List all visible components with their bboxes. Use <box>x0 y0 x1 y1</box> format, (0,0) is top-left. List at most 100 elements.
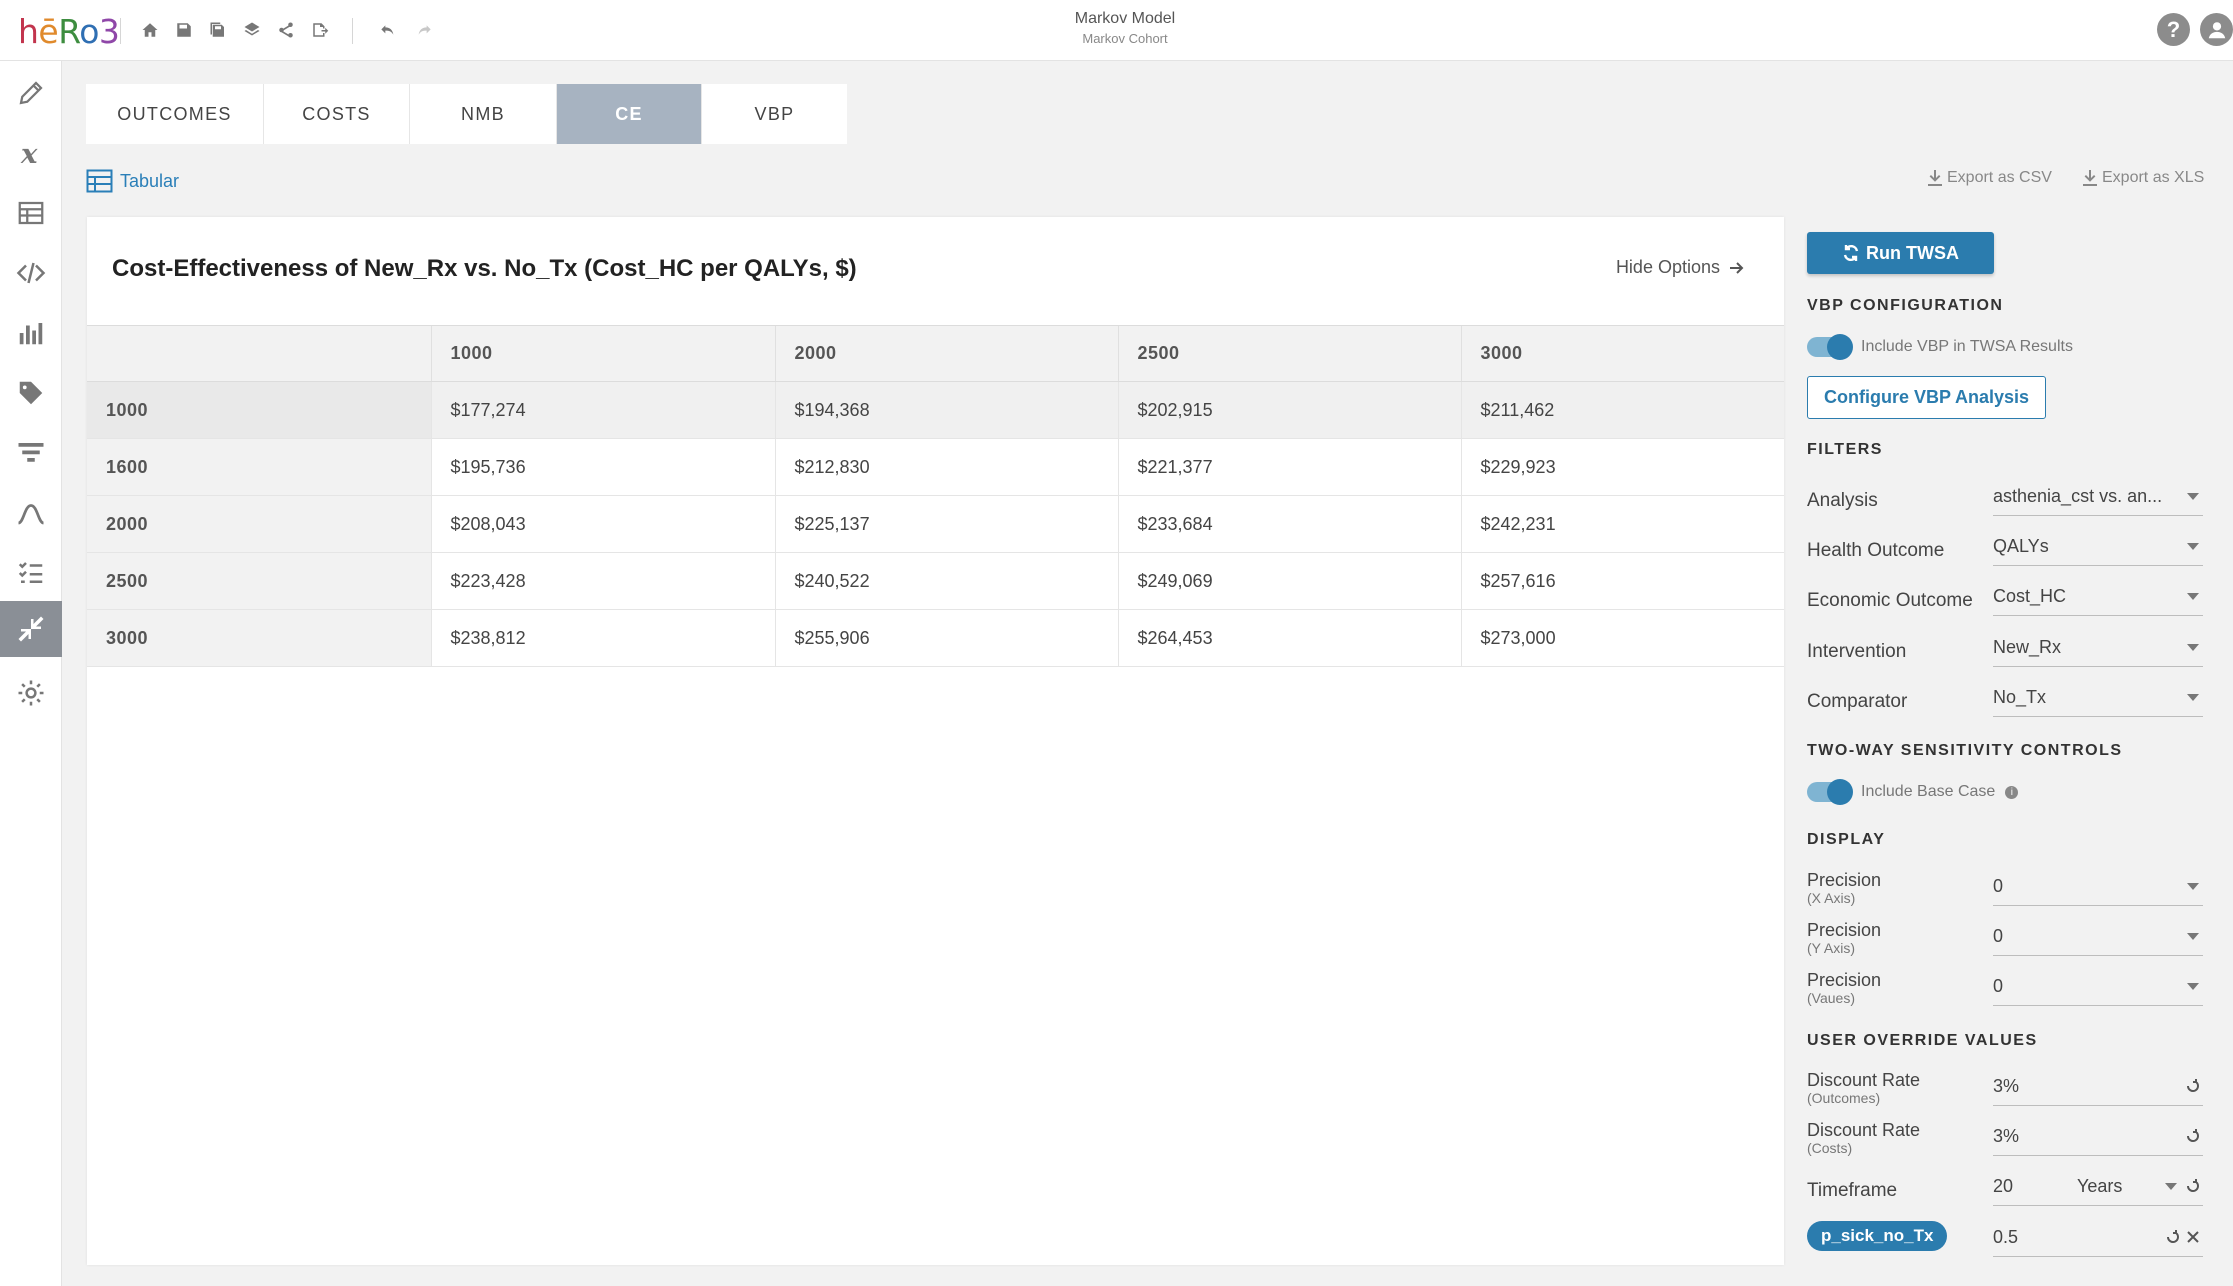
parameter-chip[interactable]: p_sick_no_Tx <box>1807 1221 1948 1251</box>
checklist-icon[interactable] <box>0 545 62 601</box>
economic-outcome-select[interactable]: Cost_HC <box>1993 580 2203 616</box>
table-header-cell: 3000 <box>1460 325 1784 382</box>
model-subtitle: Markov Cohort <box>1082 31 1168 46</box>
table-cell: $264,453 <box>1117 609 1461 667</box>
comparator-select[interactable]: No_Tx <box>1993 681 2203 717</box>
filter-label: Economic Outcome <box>1807 590 1973 611</box>
field-label: Timeframe <box>1807 1180 1898 1201</box>
table-header-cell <box>87 325 431 382</box>
table-header-cell: 2500 <box>1117 325 1461 382</box>
tab-costs[interactable]: COSTS <box>264 84 410 144</box>
table-cell: $223,428 <box>430 552 775 610</box>
vbp-toggle[interactable] <box>1807 334 1853 360</box>
curve-icon[interactable] <box>0 485 62 541</box>
field-label: Precision (Vaues) <box>1807 970 1881 1006</box>
code-icon[interactable] <box>0 245 62 301</box>
chevron-down-icon <box>2187 644 2199 651</box>
reset-icon[interactable] <box>2185 1078 2201 1094</box>
refresh-icon <box>1843 244 1859 262</box>
field-sublabel: (Outcomes) <box>1807 1090 1881 1106</box>
base-case-label: Include Base Case <box>1861 783 1996 800</box>
table-header-cell: 2000 <box>774 325 1118 382</box>
precision-x-select[interactable]: 0 <box>1993 870 2203 906</box>
precision-values-select[interactable]: 0 <box>1993 970 2203 1006</box>
filter-comparator: Comparator No_Tx <box>1807 681 2207 721</box>
table-cell: $195,736 <box>430 438 775 496</box>
help-icon[interactable]: ? <box>2157 13 2190 46</box>
table-icon <box>86 169 113 193</box>
tab-nmb[interactable]: NMB <box>410 84 557 144</box>
field-sublabel: (Costs) <box>1807 1140 1853 1156</box>
reset-icon[interactable] <box>2185 1178 2201 1194</box>
info-icon[interactable]: i <box>2005 785 2019 799</box>
compress-arrows-icon[interactable] <box>0 601 62 657</box>
pencil-icon[interactable] <box>0 65 62 121</box>
table-cell: $212,830 <box>774 438 1118 496</box>
health-outcome-select[interactable]: QALYs <box>1993 530 2203 566</box>
table-cell: $208,043 <box>430 495 775 553</box>
table-row[interactable]: 2500 $223,428 $240,522 $249,069 $257,616 <box>87 552 1784 610</box>
row-header: 2500 <box>87 552 431 610</box>
table-row[interactable]: 3000 $238,812 $255,906 $264,453 $273,000 <box>87 609 1784 667</box>
base-case-toggle[interactable] <box>1807 779 1853 805</box>
table-cell: $211,462 <box>1460 381 1784 439</box>
chevron-down-icon <box>2165 1183 2177 1190</box>
select-value: 0 <box>1993 926 2004 946</box>
top-right-actions: ? <box>2157 13 2233 46</box>
table-icon[interactable] <box>0 185 62 241</box>
hide-options-button[interactable]: Hide Options <box>1616 257 1744 278</box>
select-value: No_Tx <box>1993 687 2047 707</box>
tab-outcomes[interactable]: OUTCOMES <box>86 84 264 144</box>
row-header: 1600 <box>87 438 431 496</box>
field-label-text: Precision <box>1807 970 1882 990</box>
table-row[interactable]: 2000 $208,043 $225,137 $233,684 $242,231 <box>87 495 1784 553</box>
timeframe-unit-select[interactable]: Years <box>2077 1176 2122 1197</box>
chevron-down-icon <box>2187 543 2199 550</box>
table-cell: $257,616 <box>1460 552 1784 610</box>
discount-costs-input[interactable]: 3% <box>1993 1120 2203 1156</box>
variable-x-icon[interactable]: x <box>0 125 62 181</box>
download-icon <box>2083 170 2097 186</box>
discount-outcomes-input[interactable]: 3% <box>1993 1070 2203 1106</box>
input-value: 0.5 <box>1993 1227 2019 1247</box>
configure-vbp-button[interactable]: Configure VBP Analysis <box>1807 376 2046 419</box>
reset-icon[interactable] <box>2185 1128 2201 1144</box>
table-row[interactable]: 1600 $195,736 $212,830 $221,377 $229,923 <box>87 438 1784 496</box>
export-csv-label: Export as CSV <box>1947 169 2052 186</box>
display-section-title: DISPLAY <box>1807 831 1886 848</box>
close-icon[interactable] <box>2185 1229 2201 1245</box>
precision-y-select[interactable]: 0 <box>1993 920 2203 956</box>
field-label-text: Precision <box>1807 870 1882 890</box>
tab-vbp[interactable]: VBP <box>702 84 847 144</box>
vbp-toggle-label: Include VBP in TWSA Results <box>1861 338 2073 355</box>
override-section-title: USER OVERRIDE VALUES <box>1807 1032 2038 1049</box>
analysis-select[interactable]: asthenia_cst vs. an... <box>1993 480 2203 516</box>
twsa-table: 1000 2000 2500 3000 1000 $177,274 $194,3… <box>87 325 1784 667</box>
table-header-row: 1000 2000 2500 3000 <box>87 325 1784 382</box>
field-label-text: Discount Rate <box>1807 1120 1921 1140</box>
table-cell: $273,000 <box>1460 609 1784 667</box>
filter-funnel-icon[interactable] <box>0 425 62 481</box>
run-twsa-button[interactable]: Run TWSA <box>1807 232 1994 274</box>
bar-chart-icon[interactable] <box>0 305 62 361</box>
user-avatar-icon[interactable] <box>2200 13 2233 46</box>
table-cell: $221,377 <box>1117 438 1461 496</box>
table-row[interactable]: 1000 $177,274 $194,368 $202,915 $211,462 <box>87 381 1784 439</box>
chevron-down-icon <box>2187 593 2199 600</box>
export-csv-button[interactable]: Export as CSV <box>1928 169 2052 187</box>
discount-outcomes-field: Discount Rate (Outcomes) 3% <box>1807 1070 2207 1110</box>
export-xls-button[interactable]: Export as XLS <box>2083 169 2204 187</box>
table-cell: $202,915 <box>1117 381 1461 439</box>
timeframe-input[interactable]: 20 Years <box>1993 1170 2203 1206</box>
field-label: Discount Rate (Costs) <box>1807 1120 1920 1156</box>
tab-ce[interactable]: CE <box>557 84 702 144</box>
table-cell: $233,684 <box>1117 495 1461 553</box>
input-value: 3% <box>1993 1126 2020 1146</box>
settings-gear-icon[interactable] <box>0 665 62 721</box>
reset-icon[interactable] <box>2165 1229 2181 1245</box>
tag-icon[interactable] <box>0 365 62 421</box>
filters-section-title: FILTERS <box>1807 441 1883 458</box>
param-value-input[interactable]: 0.5 <box>1993 1221 2203 1257</box>
intervention-select[interactable]: New_Rx <box>1993 631 2203 667</box>
tabular-view-toggle[interactable]: Tabular <box>86 168 179 194</box>
